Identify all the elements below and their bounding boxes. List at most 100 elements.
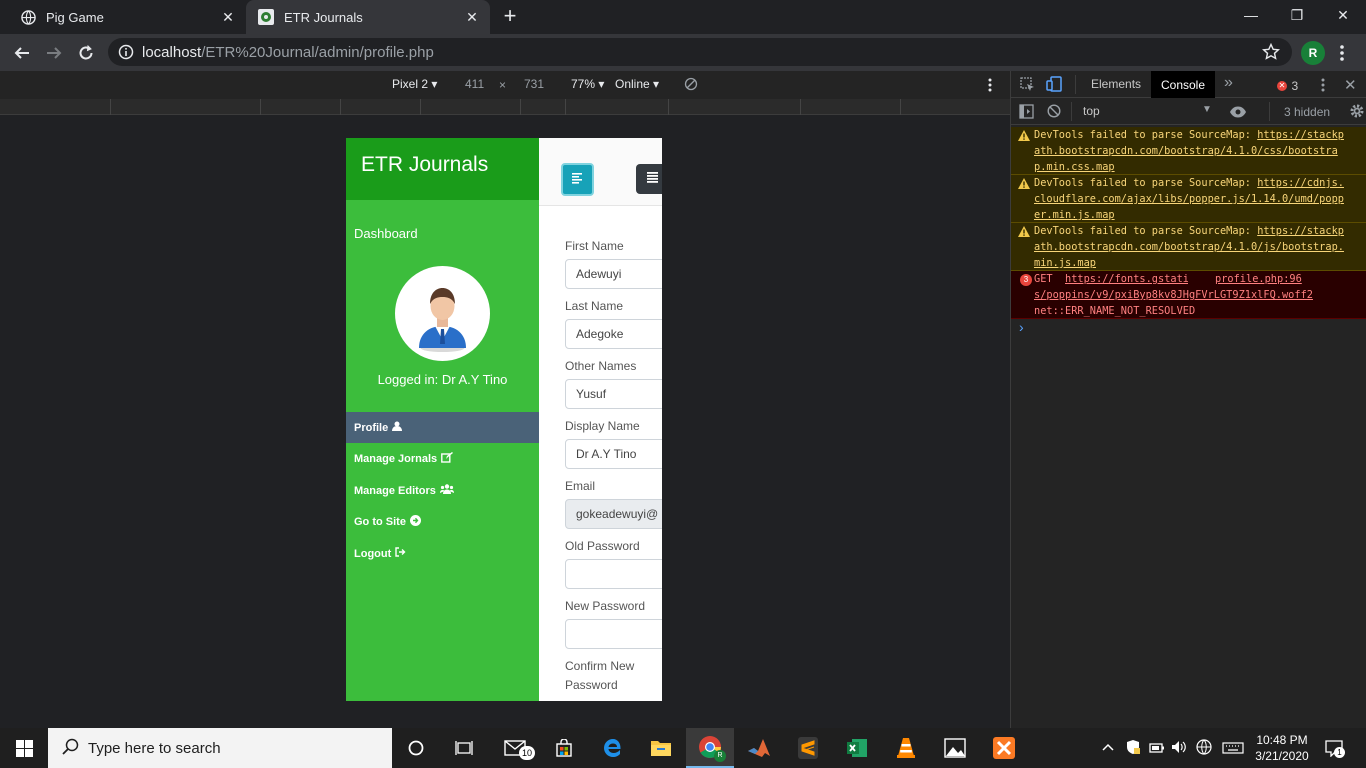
xampp-icon[interactable] [980, 728, 1028, 768]
tab-etr-journals[interactable]: ETR Journals ✕ [246, 0, 490, 34]
profile-avatar[interactable]: R [1301, 41, 1325, 65]
device-height-field[interactable]: 731 [524, 77, 544, 91]
network-globe-icon[interactable] [1196, 739, 1212, 760]
bookmark-star-icon[interactable] [1261, 42, 1281, 66]
keyboard-icon[interactable] [1222, 741, 1244, 759]
search-icon [62, 738, 79, 759]
back-arrow-icon[interactable] [9, 40, 35, 66]
last-name-field[interactable]: Adegoke [565, 319, 662, 349]
error-url-link[interactable]: https://fonts.gstatic.com/ [1065, 273, 1188, 285]
tab-console[interactable]: Console [1151, 71, 1215, 98]
device-width-field[interactable]: 411 [465, 77, 484, 91]
first-name-field[interactable]: Adewuyi [565, 259, 662, 289]
volume-icon[interactable] [1171, 740, 1187, 759]
context-dropdown-icon[interactable]: ▼ [1202, 104, 1212, 115]
close-tab-icon[interactable]: ✕ [464, 9, 480, 25]
url-text[interactable]: localhost/ETR%20Journal/admin/profile.ph… [142, 44, 434, 61]
store-icon[interactable] [540, 728, 588, 768]
email-field: gokeadewuyi@ [565, 499, 662, 529]
window-close-button[interactable]: ✕ [1320, 0, 1366, 30]
matlab-icon[interactable] [735, 728, 783, 768]
devtools-close-icon[interactable]: ✕ [1344, 76, 1357, 94]
console-prompt[interactable]: › [1019, 319, 1024, 335]
new-tab-button[interactable]: + [498, 5, 522, 29]
tab-title: Pig Game [46, 9, 104, 25]
mail-icon[interactable]: 10 [491, 728, 539, 768]
eye-icon[interactable] [1229, 105, 1247, 123]
tab-pig-game[interactable]: Pig Game ✕ [0, 0, 246, 34]
navbar-menu-button[interactable] [636, 164, 662, 194]
file-explorer-icon[interactable] [637, 728, 685, 768]
warning-text: DevTools failed to parse SourceMap: [1034, 177, 1258, 189]
dashboard-link[interactable]: Dashboard [354, 226, 418, 241]
console-warning: DevTools failed to parse SourceMap: http… [1011, 127, 1366, 175]
error-count-badge[interactable]: ✕ 3 [1277, 77, 1298, 95]
sidebar-toggle-button[interactable] [561, 163, 594, 196]
device-select[interactable]: Pixel 2 ▾ [392, 77, 437, 91]
sidebar-item-manage-journals[interactable]: Manage Jornals [346, 443, 539, 474]
security-shield-icon[interactable] [1125, 739, 1141, 760]
sidebar-item-logout[interactable]: Logout [346, 538, 539, 569]
error-source-link[interactable]: profile.php:96 [1215, 271, 1302, 287]
zoom-select[interactable]: 77% ▾ [571, 77, 604, 91]
sidebar-item-go-to-site[interactable]: Go to Site [346, 506, 539, 537]
devtools-menu-icon[interactable] [1319, 77, 1327, 98]
old-password-field[interactable] [565, 559, 662, 589]
error-message: net::ERR_NAME_NOT_RESOLVED [1034, 305, 1196, 317]
more-tabs-button[interactable]: » [1224, 74, 1233, 92]
task-view-icon[interactable] [440, 728, 488, 768]
new-password-field[interactable] [565, 619, 662, 649]
list-icon [646, 170, 658, 188]
sublime-text-icon[interactable] [784, 728, 832, 768]
restore-button[interactable]: ❐ [1274, 0, 1320, 30]
clear-console-icon[interactable] [1047, 104, 1061, 123]
context-select[interactable]: top [1083, 104, 1100, 118]
cortana-icon[interactable] [392, 728, 440, 768]
console-settings-gear-icon[interactable] [1349, 103, 1365, 124]
network-throttle-select[interactable]: Online ▾ [615, 77, 659, 91]
device-toggle-icon[interactable] [1046, 76, 1062, 97]
clock[interactable]: 10:48 PM 3/21/2020 [1252, 732, 1312, 764]
windows-start-icon[interactable] [0, 728, 48, 768]
vlc-icon[interactable] [882, 728, 930, 768]
info-icon[interactable] [118, 44, 134, 65]
show-hidden-icons-chevron-icon[interactable] [1101, 740, 1115, 759]
hidden-count[interactable]: 3 hidden [1284, 105, 1330, 119]
console-toolbar: top ▼ 3 hidden [1011, 98, 1366, 125]
chrome-profile-badge: R [714, 750, 726, 762]
edit-icon [441, 451, 454, 466]
excel-icon[interactable] [833, 728, 881, 768]
error-url-continued[interactable]: s/poppins/v9/pxiByp8kv8JHgFVrLGT9Z1xlFQ.… [1034, 289, 1313, 301]
other-names-field[interactable]: Yusuf [565, 379, 662, 409]
close-tab-icon[interactable]: ✕ [220, 9, 236, 25]
error-count: 3 [1291, 78, 1299, 93]
tab-elements[interactable]: Elements [1091, 77, 1141, 91]
forward-arrow-icon[interactable] [41, 40, 67, 66]
chrome-taskbar-icon[interactable]: R [686, 728, 734, 768]
chrome-menu-icon[interactable] [1338, 42, 1346, 64]
device-toolbar-more-icon[interactable] [986, 77, 994, 96]
photos-icon[interactable] [931, 728, 979, 768]
notification-center-icon[interactable]: 1 [1325, 739, 1345, 762]
minimize-button[interactable]: — [1228, 0, 1274, 30]
warning-icon [1018, 130, 1030, 141]
inspect-element-icon[interactable] [1020, 77, 1035, 97]
rotate-icon[interactable] [684, 77, 698, 94]
edge-icon[interactable] [589, 728, 637, 768]
sidebar-item-manage-editors[interactable]: Manage Editors [346, 475, 539, 506]
taskbar-search-box[interactable]: Type here to search [48, 728, 392, 768]
reload-icon[interactable] [73, 40, 99, 66]
sidebar-toggle-icon[interactable] [1019, 104, 1034, 124]
battery-icon[interactable] [1149, 741, 1165, 759]
sidebar-item-profile[interactable]: Profile [346, 412, 539, 443]
sidebar-item-label: Logout [354, 547, 392, 560]
media-query-ruler [0, 99, 1010, 115]
sidebar-brand: ETR Journals [346, 138, 539, 200]
sign-out-icon [395, 547, 406, 560]
address-bar[interactable]: localhost/ETR%20Journal/admin/profile.ph… [108, 38, 1292, 66]
emulated-page: ETR Journals Dashboard Logged in: Dr A.Y… [346, 138, 662, 701]
email-label: Email [565, 479, 596, 493]
display-name-field[interactable]: Dr A.Y Tino [565, 439, 662, 469]
sidebar: ETR Journals Dashboard Logged in: Dr A.Y… [346, 138, 539, 701]
error-repeat-count: 3 [1020, 274, 1032, 286]
